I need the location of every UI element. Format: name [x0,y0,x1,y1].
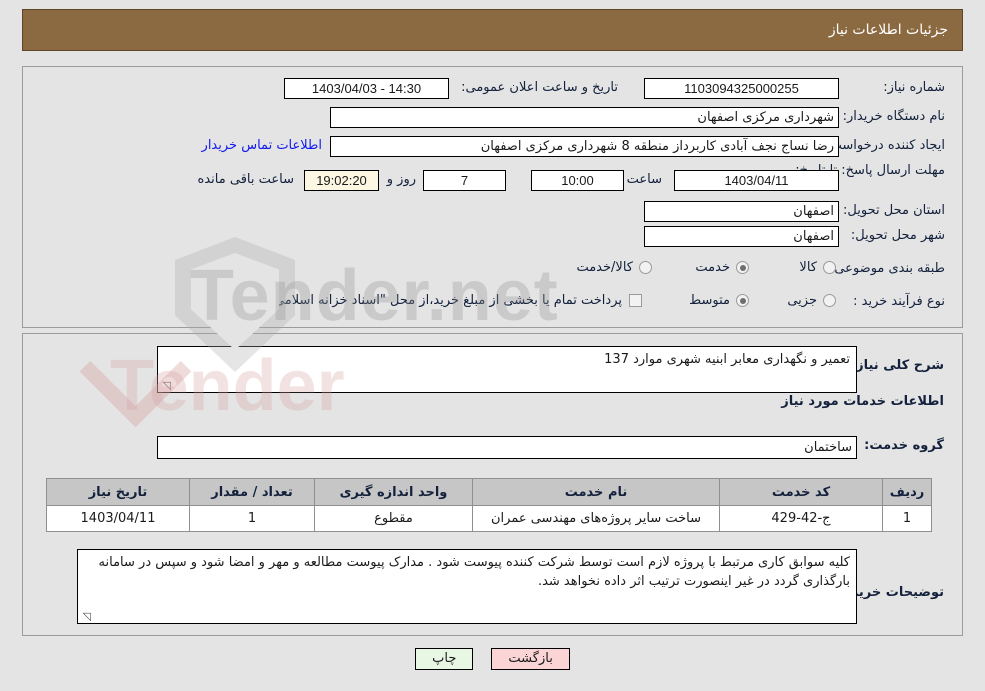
requester-label: ایجاد کننده درخواست: [825,138,945,153]
category-option-khedmat[interactable]: خدمت [681,260,749,275]
need-summary-panel: شماره نیاز: 1103094325000255 تاریخ و ساع… [22,66,963,328]
service-group-label: گروه خدمت: [864,438,944,453]
public-announce-label: تاریخ و ساعت اعلان عمومی: [461,80,618,95]
category-option-label-khedmat: خدمت [695,260,730,275]
cell-radif: 1 [882,505,932,532]
public-announce-row: تاریخ و ساعت اعلان عمومی: [461,80,618,95]
cell-unit: مقطوع [314,505,473,532]
remaining-days-value: 7 [423,170,506,191]
table-row: 1 ج-42-429 ساخت سایر پروژه‌های مهندسی عم… [46,505,932,532]
city-label: شهر محل تحویل: [850,228,945,243]
requester-row: ایجاد کننده درخواست: [825,138,945,153]
buyer-org-row: نام دستگاه خریدار: [843,109,945,124]
requester-value: رضا نساج نجف آبادی کاربرداز منطقه 8 شهرد… [330,136,839,157]
radio-icon-kala-khedmat[interactable] [639,261,652,274]
deadline-label-wrap: مهلت ارسال پاسخ: تا تاریخ: [795,162,945,179]
province-row: استان محل تحویل: [843,203,945,218]
category-option-label-kala-khedmat: کالا/خدمت [576,260,633,275]
summary-label: شرح کلی نیاز: [850,358,944,373]
need-number-value: 1103094325000255 [644,78,839,99]
category-option-label-kala: کالا [799,260,817,275]
summary-textarea[interactable]: تعمیر و نگهداری معابر ابنیه شهری موارد 1… [157,346,857,393]
radio-icon-khedmat[interactable] [736,261,749,274]
radio-icon-jozii[interactable] [823,294,836,307]
process-label: نوع فرآیند خرید : [853,294,945,309]
buyer-org-value: شهرداری مرکزی اصفهان [330,107,839,128]
remaining-hours-text: ساعت باقی مانده [197,172,294,187]
treasury-checkbox-text: پرداخت تمام یا بخشی از مبلغ خرید،از محل … [207,293,622,308]
table-col-radif: ردیف [882,478,932,506]
cell-quantity: 1 [189,505,315,532]
table-col-quantity: تعداد / مقدار [189,478,315,506]
need-number-label: شماره نیاز: [883,80,945,95]
back-button[interactable]: بازگشت [491,648,570,670]
province-value: اصفهان [644,201,839,222]
cell-code: ج-42-429 [719,505,883,532]
remaining-days-text: روز و [386,172,416,187]
process-option-label-motevaset: متوسط [689,293,730,308]
province-label: استان محل تحویل: [843,203,945,218]
public-announce-value: 1403/04/03 - 14:30 [284,78,449,99]
buyer-org-label: نام دستگاه خریدار: [842,109,945,124]
category-option-kala-khedmat[interactable]: کالا/خدمت [562,260,652,275]
table-header-row: ردیف کد خدمت نام خدمت واحد اندازه گیری ت… [46,478,932,506]
buyer-contact-link[interactable]: اطلاعات تماس خریدار [202,138,322,153]
deadline-date-value: 1403/04/11 [674,170,839,191]
category-option-kala[interactable]: کالا [785,260,836,275]
services-table: ردیف کد خدمت نام خدمت واحد اندازه گیری ت… [46,478,932,532]
page-header: جزئیات اطلاعات نیاز [22,9,963,51]
summary-value: تعمیر و نگهداری معابر ابنیه شهری موارد 1… [604,352,850,367]
checkbox-icon-treasury[interactable] [629,294,642,307]
treasury-checkbox-row[interactable]: پرداخت تمام یا بخشی از مبلغ خرید،از محل … [207,293,642,308]
cell-name: ساخت سایر پروژه‌های مهندسی عمران [472,505,720,532]
resize-grip-icon[interactable]: ◹ [161,380,171,391]
services-heading: اطلاعات خدمات مورد نیاز [781,394,944,409]
table-col-need-date: تاریخ نیاز [46,478,190,506]
print-button[interactable]: چاپ [415,648,474,670]
page-title: جزئیات اطلاعات نیاز [828,22,948,38]
process-option-label-jozii: جزیی [787,293,817,308]
resize-grip-icon-remarks[interactable]: ◹ [81,611,91,622]
table-col-unit: واحد اندازه گیری [314,478,473,506]
remarks-textarea[interactable]: کلیه سوابق کاری مرتبط با پروژه لازم است … [77,549,857,624]
category-label: طبقه بندی موضوعی: [829,261,945,276]
table-col-name: نام خدمت [472,478,720,506]
table-col-code: کد خدمت [719,478,883,506]
deadline-time-label: ساعت [626,172,662,187]
countdown-value: 19:02:20 [304,170,379,191]
service-group-value: ساختمان [157,436,857,459]
remarks-value: کلیه سوابق کاری مرتبط با پروژه لازم است … [98,555,850,589]
city-value: اصفهان [644,226,839,247]
cell-need-date: 1403/04/11 [46,505,190,532]
radio-icon-motevaset[interactable] [736,294,749,307]
process-option-jozii[interactable]: جزیی [773,293,836,308]
radio-icon-kala[interactable] [823,261,836,274]
process-option-motevaset[interactable]: متوسط [675,293,749,308]
need-number-row: شماره نیاز: [883,80,945,95]
city-row: شهر محل تحویل: [851,228,945,243]
footer-actions: بازگشت چاپ [0,648,985,670]
deadline-time-value: 10:00 [531,170,624,191]
